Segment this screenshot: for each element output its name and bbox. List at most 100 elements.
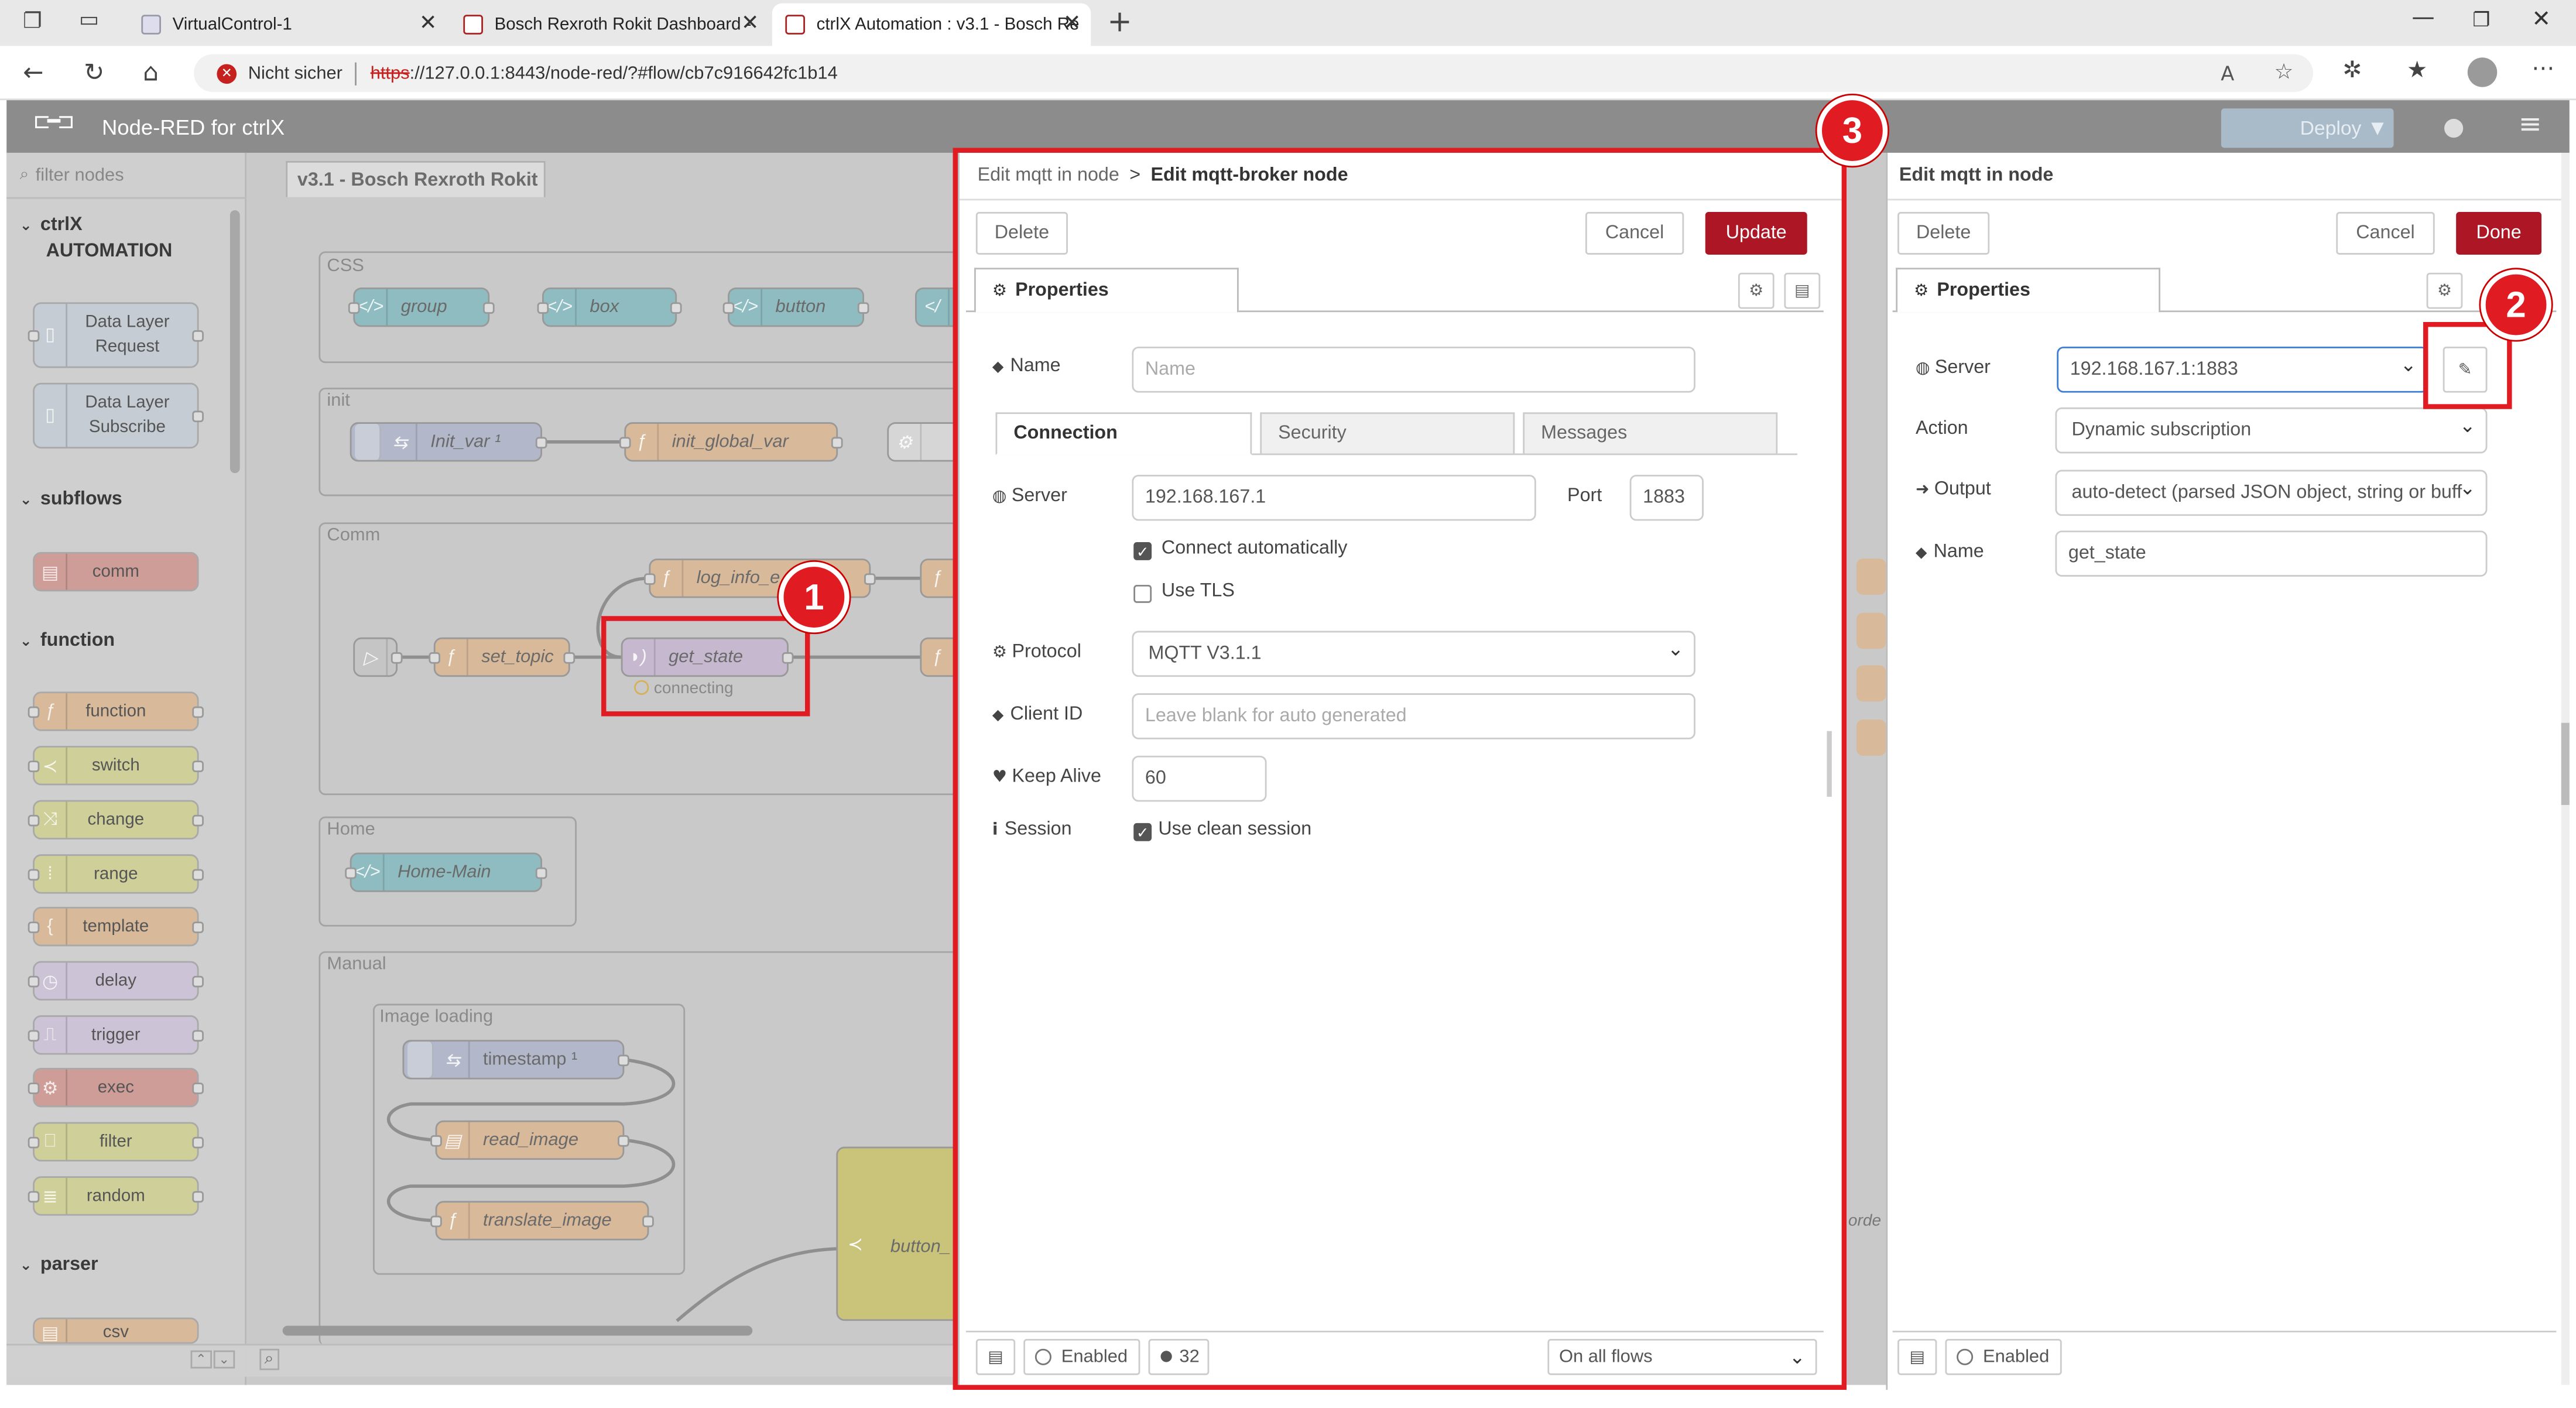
tab-properties[interactable]: ⚙ Properties — [1896, 268, 2161, 313]
function-icon: ƒ — [922, 639, 955, 676]
group-label: CSS — [327, 256, 364, 276]
port — [537, 302, 549, 314]
callout-box-1 — [601, 616, 810, 717]
flow-node-init-partial[interactable]: ⚙ — [887, 422, 963, 462]
group-label: Image loading — [379, 1007, 494, 1027]
port — [535, 867, 547, 879]
tab-label: Properties — [1937, 280, 2030, 301]
partial-node-4 — [1856, 720, 1886, 756]
flow-node-label: group — [400, 297, 447, 317]
callout-badge-2: 2 — [2481, 269, 2551, 340]
flow-node-label: button_ — [890, 1237, 951, 1257]
inject-button-icon[interactable] — [407, 1042, 434, 1078]
server-label: ◍ Server — [1916, 358, 1991, 378]
tray-title: Edit mqtt in node — [1899, 166, 2054, 186]
function-icon: ƒ — [922, 560, 955, 597]
tray-footer — [1892, 1330, 2557, 1332]
port — [430, 1135, 442, 1147]
flow-node-label: box — [590, 297, 619, 317]
tag-icon: ◆ — [1915, 545, 1927, 562]
partial-label: orde — [1848, 1212, 1882, 1231]
tray-divider — [1888, 198, 2561, 201]
badge-number: 3 — [1842, 109, 1863, 150]
group-label: Manual — [327, 954, 386, 975]
badge-number: 1 — [804, 575, 824, 617]
button-label: Delete — [1916, 223, 1971, 244]
callout-badge-1: 1 — [779, 561, 849, 633]
port — [345, 867, 357, 879]
flow-node-comm-input[interactable]: ▷ — [353, 637, 403, 677]
port — [618, 1135, 629, 1147]
globe-icon: ◍ — [1915, 359, 1930, 378]
flow-node-init-var[interactable]: ⇆ Init_var ¹ — [350, 422, 547, 462]
name-input[interactable]: get_state — [2055, 530, 2488, 577]
cancel-button[interactable]: Cancel — [2336, 211, 2435, 255]
done-button[interactable]: Done — [2456, 211, 2542, 255]
port — [430, 1215, 442, 1228]
port — [563, 652, 576, 664]
port — [857, 302, 869, 314]
port — [722, 302, 735, 314]
port — [482, 302, 495, 314]
gear-icon: ⚙ — [2437, 282, 2452, 300]
port — [670, 302, 682, 314]
port — [831, 437, 843, 449]
code-icon: </ — [917, 289, 950, 326]
workspace-scrollbar[interactable] — [282, 1325, 753, 1336]
flow-node-label: timestamp ¹ — [482, 1050, 578, 1070]
flow-node-label: init_global_var — [672, 432, 789, 452]
book-icon: ▤ — [1909, 1348, 1925, 1366]
action-select[interactable]: Dynamic subscription — [2055, 407, 2488, 454]
node-help-button[interactable]: ▤ — [1897, 1338, 1937, 1375]
toggle-label: Enabled — [1982, 1347, 2050, 1367]
badge-number: 2 — [2506, 283, 2526, 325]
flow-node-init-global-var[interactable]: ƒ init_global_var — [619, 422, 843, 462]
right-scroll-thumb[interactable] — [2561, 722, 2570, 805]
output-select[interactable]: auto-detect (parsed JSON object, string … — [2055, 470, 2488, 516]
port — [390, 652, 403, 664]
select-value: auto-detect (parsed JSON object, string … — [2071, 482, 2462, 503]
flow-node-label: log_info_e — [696, 568, 780, 588]
label-text: Output — [1934, 479, 1991, 500]
label-text: Server — [1934, 358, 1991, 378]
flow-node-translate-image[interactable]: ƒ translate_image — [430, 1201, 654, 1241]
gear-icon: ⚙ — [1914, 282, 1929, 300]
button-label: Cancel — [2356, 223, 2415, 244]
action-label: Action — [1915, 419, 1968, 439]
canvas-strip — [1847, 152, 1886, 1385]
port — [619, 437, 631, 449]
flow-node-timestamp[interactable]: ⇆ timestamp ¹ — [402, 1040, 629, 1080]
label-text: Name — [1933, 542, 1984, 562]
select-value: 192.168.167.1:1883 — [2070, 359, 2238, 380]
inject-arrows-icon: ⇆ — [437, 1042, 470, 1078]
flow-node-set-topic[interactable]: ƒ set_topic — [429, 637, 576, 677]
flow-node-home-main[interactable]: </> Home-Main — [345, 852, 547, 892]
flow-node-group[interactable]: </> group — [348, 287, 495, 327]
switch-icon: ≺ — [847, 1234, 863, 1255]
server-select[interactable]: 192.168.167.1:1883 — [2057, 347, 2428, 393]
enabled-toggle[interactable]: Enabled — [1945, 1338, 2062, 1375]
port — [618, 1054, 629, 1067]
partial-node-3 — [1856, 665, 1886, 702]
port — [348, 302, 360, 314]
link-in-icon: ▷ — [355, 639, 388, 676]
flow-node-button-switch[interactable]: ≺ button_ — [836, 1146, 961, 1321]
flow-node-label: translate_image — [482, 1211, 612, 1231]
button-label: Done — [2476, 223, 2522, 244]
flow-node-box[interactable]: </> box — [537, 287, 682, 327]
flow-node-button[interactable]: </> button — [722, 287, 869, 327]
flow-node-label: Home-Main — [398, 862, 491, 882]
port — [643, 573, 656, 585]
inject-arrows-icon: ⇆ — [385, 423, 417, 460]
inject-button-icon[interactable] — [355, 423, 382, 460]
gear-icon: ⚙ — [889, 423, 922, 460]
sign-out-icon: ➜ — [1915, 481, 1930, 500]
port — [429, 652, 441, 664]
flow-node-read-image[interactable]: ▤ read_image — [430, 1120, 629, 1160]
name-label: ◆ Name — [1916, 542, 1984, 562]
search-flows-icon[interactable]: ⌕ — [259, 1348, 279, 1371]
group-label: Home — [327, 820, 375, 840]
select-value: Dynamic subscription — [2071, 420, 2252, 441]
delete-button[interactable]: Delete — [1897, 211, 1990, 255]
node-settings-button[interactable]: ⚙ — [2426, 272, 2463, 309]
